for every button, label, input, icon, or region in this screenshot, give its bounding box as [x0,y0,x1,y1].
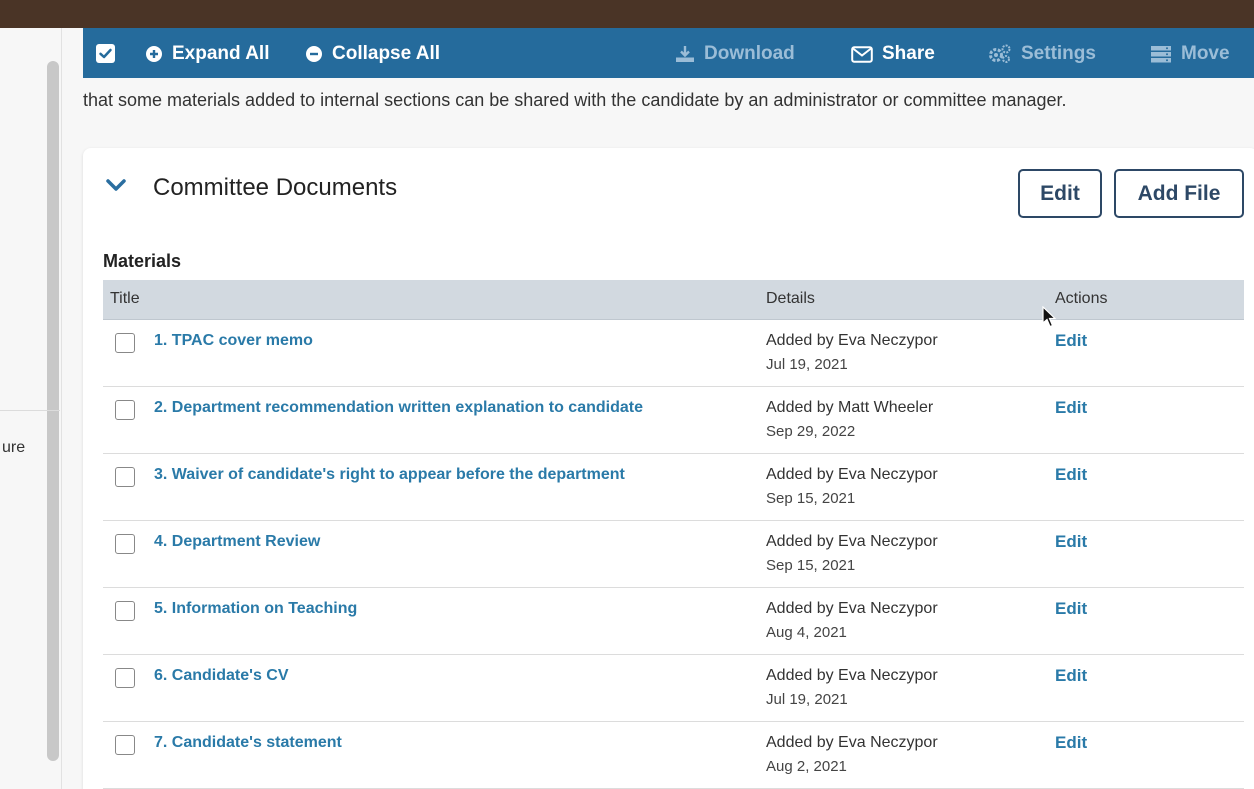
added-date: Aug 4, 2021 [766,624,847,641]
row-checkbox[interactable] [115,400,135,420]
committee-documents-section: Committee Documents Edit Add File Materi… [83,148,1254,789]
added-by-text: Added by Eva Neczypor [766,600,938,617]
row-edit-link[interactable]: Edit [1055,331,1087,351]
row-edit-link[interactable]: Edit [1055,465,1087,485]
added-by-text: Added by Matt Wheeler [766,399,934,416]
row-checkbox[interactable] [115,467,135,487]
table-row: 2. Department recommendation written exp… [103,387,1244,454]
added-by-text: Added by Eva Neczypor [766,533,938,550]
toolbar: Expand All Collapse All Download Share S [83,28,1254,78]
move-button[interactable]: Move [1150,42,1230,66]
header-actions: Actions [1055,290,1108,307]
chevron-down-icon[interactable] [105,178,127,197]
added-by-text: Added by Eva Neczypor [766,466,938,483]
document-link[interactable]: 7. Candidate's statement [154,734,342,752]
expand-all-label: Expand All [172,43,270,64]
download-label: Download [704,43,795,64]
add-file-button[interactable]: Add File [1114,169,1244,218]
row-checkbox[interactable] [115,333,135,353]
row-checkbox[interactable] [115,668,135,688]
table-row: 7. Candidate's statement Added by Eva Ne… [103,722,1244,789]
expand-all-button[interactable]: Expand All [145,42,269,66]
share-label: Share [882,43,935,64]
row-edit-link[interactable]: Edit [1055,532,1087,552]
settings-button[interactable]: Settings [988,42,1096,66]
added-date: Sep 29, 2022 [766,423,856,440]
server-icon [1150,45,1172,63]
settings-label: Settings [1021,43,1096,64]
document-link[interactable]: 2. Department recommendation written exp… [154,399,643,417]
move-label: Move [1181,43,1230,64]
added-by-text: Added by Eva Neczypor [766,667,938,684]
document-link[interactable]: 6. Candidate's CV [154,667,289,685]
checkbox-checked-icon [99,48,112,59]
download-icon [675,45,695,63]
table-row: 4. Department Review Added by Eva Neczyp… [103,521,1244,588]
row-checkbox[interactable] [115,601,135,621]
sidebar-clipped-text: ure [2,439,26,456]
minus-circle-icon [305,45,323,63]
select-all-checkbox[interactable] [96,44,115,63]
row-edit-link[interactable]: Edit [1055,666,1087,686]
envelope-icon [851,45,873,63]
edit-section-button[interactable]: Edit [1018,169,1102,218]
header-details: Details [766,290,815,307]
table-row: 1. TPAC cover memo Added by Eva Neczypor… [103,320,1244,387]
mouse-cursor-icon [1042,305,1058,333]
row-checkbox[interactable] [115,735,135,755]
added-by-text: Added by Eva Neczypor [766,332,938,349]
gears-icon [988,44,1012,64]
sidebar-divider [0,410,60,411]
sidebar-scrollbar[interactable] [47,61,59,761]
table-row: 6. Candidate's CV Added by Eva Neczypor … [103,655,1244,722]
row-edit-link[interactable]: Edit [1055,599,1087,619]
added-by-text: Added by Eva Neczypor [766,734,938,751]
row-checkbox[interactable] [115,534,135,554]
row-edit-link[interactable]: Edit [1055,733,1087,753]
table-row: 5. Information on Teaching Added by Eva … [103,588,1244,655]
plus-circle-icon [145,45,163,63]
table-header: Title Details Actions [103,280,1244,320]
left-sidebar: ure [0,28,62,789]
document-link[interactable]: 3. Waiver of candidate's right to appear… [154,466,625,484]
document-link[interactable]: 5. Information on Teaching [154,600,357,618]
document-link[interactable]: 1. TPAC cover memo [154,332,313,350]
download-button[interactable]: Download [675,42,795,66]
document-link[interactable]: 4. Department Review [154,533,320,551]
added-date: Aug 2, 2021 [766,758,847,775]
collapse-all-button[interactable]: Collapse All [305,42,440,66]
added-date: Sep 15, 2021 [766,490,856,507]
header-title: Title [110,290,140,307]
row-edit-link[interactable]: Edit [1055,398,1087,418]
share-button[interactable]: Share [851,42,935,66]
section-title: Committee Documents [153,174,398,201]
table-row: 3. Waiver of candidate's right to appear… [103,454,1244,521]
added-date: Jul 19, 2021 [766,691,848,708]
main-content: Expand All Collapse All Download Share S [63,28,1254,789]
added-date: Sep 15, 2021 [766,557,856,574]
added-date: Jul 19, 2021 [766,356,848,373]
window-top-bar [0,0,1254,28]
intro-text: that some materials added to internal se… [83,90,1067,110]
materials-heading: Materials [103,251,182,271]
collapse-all-label: Collapse All [332,43,441,64]
